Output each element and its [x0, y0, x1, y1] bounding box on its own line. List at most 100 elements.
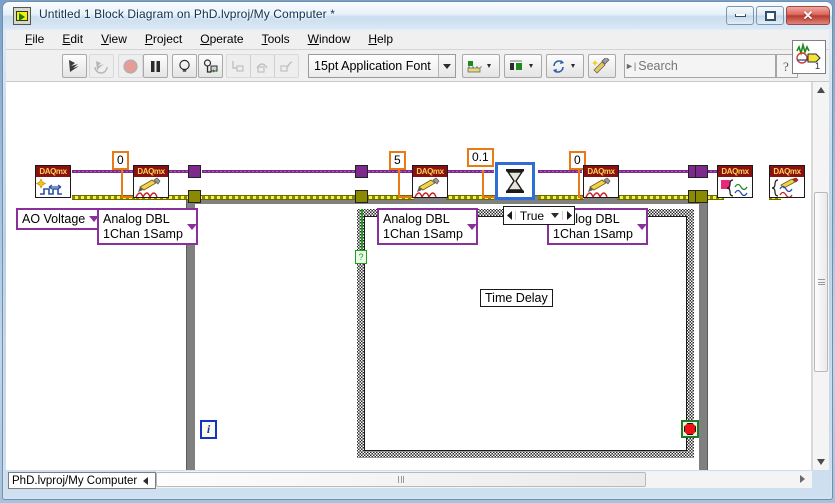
block-diagram-canvas[interactable]: True ? 0 5 0.1 0 DAQmx DAQmx DAQmx DAQmx… — [6, 82, 812, 470]
labview-vi-icon — [13, 7, 31, 25]
font-selector-label: 15pt Application Font — [314, 59, 431, 73]
labview-block-diagram-window: Untitled 1 Block Diagram on PhD.lvproj/M… — [0, 0, 835, 503]
font-selector-chevron-down-icon[interactable] — [438, 55, 455, 77]
daqmx-node-header-2: DAQmx — [134, 166, 168, 177]
vertical-scrollbar-thumb[interactable] — [814, 192, 828, 372]
status-collapse-icon[interactable] — [143, 477, 149, 485]
minimize-icon — [734, 14, 746, 17]
case-selector-prev-icon[interactable] — [504, 211, 516, 220]
maximize-button[interactable] — [756, 6, 784, 25]
daqmx-write-glyph-1 — [134, 177, 168, 197]
menu-view[interactable]: View — [92, 31, 136, 48]
daqmx-write-glyph-2 — [413, 177, 447, 197]
menu-operate[interactable]: Operate — [191, 31, 252, 48]
write-instance-constant-2[interactable]: Analog DBL 1Chan 1Samp — [377, 208, 478, 245]
abort-execution-button[interactable] — [118, 54, 143, 78]
case-selector-next-icon[interactable] — [562, 211, 574, 220]
numeric-constant-3[interactable]: 0.1 — [467, 148, 494, 167]
wire-task-4[interactable] — [366, 170, 412, 173]
menu-help[interactable]: Help — [359, 31, 402, 48]
tunnel-task-loop-left[interactable] — [188, 165, 201, 178]
menu-file[interactable]: File — [16, 31, 53, 48]
status-context-text: PhD.lvproj/My Computer — [12, 475, 138, 487]
step-into-button[interactable] — [226, 54, 251, 78]
tunnel-error-loop-left[interactable] — [188, 190, 201, 203]
run-button[interactable] — [62, 54, 87, 78]
write-instance-text-2: Analog DBL 1Chan 1Samp — [383, 211, 463, 241]
retain-wire-values-button[interactable] — [198, 54, 223, 78]
search-box[interactable]: ►| — [624, 54, 816, 78]
wire-boolean-case[interactable] — [361, 209, 363, 251]
daqmx-write-node-2[interactable]: DAQmx — [412, 165, 448, 198]
step-over-button[interactable] — [250, 54, 275, 78]
vertical-scrollbar[interactable] — [812, 82, 829, 470]
case-boolean-label: ? — [358, 252, 364, 262]
wire-task-5[interactable] — [446, 170, 494, 173]
clean-up-diagram-button[interactable] — [588, 54, 616, 78]
menu-window[interactable]: Window — [299, 31, 360, 48]
daqmx-stop-task-glyph — [718, 177, 752, 197]
pause-button[interactable] — [143, 54, 168, 78]
wire-numeric-3-v[interactable] — [482, 170, 484, 198]
wire-error-3[interactable] — [202, 195, 364, 200]
daqmx-node-header-1: DAQmx — [36, 166, 70, 177]
time-delay-label: Time Delay — [480, 289, 553, 307]
daqmx-node-header-3: DAQmx — [413, 166, 447, 177]
daqmx-clear-task-node[interactable]: DAQmx — [769, 165, 805, 198]
write-instance-chevron-down-icon-1[interactable] — [185, 223, 199, 230]
step-out-button[interactable] — [274, 54, 299, 78]
numeric-constant-1[interactable]: 0 — [112, 151, 129, 170]
menu-project[interactable]: Project — [136, 31, 191, 48]
daqmx-stop-task-node[interactable]: DAQmx — [717, 165, 753, 198]
numeric-constant-2[interactable]: 5 — [389, 151, 406, 170]
menu-edit[interactable]: Edit — [53, 31, 92, 48]
daqmx-write-node-1[interactable]: DAQmx — [133, 165, 169, 198]
loop-conditional-terminal[interactable] — [681, 420, 699, 438]
wire-task-3[interactable] — [202, 170, 362, 173]
case-selector[interactable]: True — [503, 206, 575, 225]
case-selector-chevron-down-icon[interactable] — [548, 213, 562, 218]
align-objects-button[interactable] — [462, 54, 500, 78]
minimize-button[interactable] — [726, 6, 754, 25]
menu-bar: File Edit View Project Operate Tools Win… — [6, 30, 829, 50]
status-context[interactable]: PhD.lvproj/My Computer — [8, 472, 156, 489]
close-button[interactable]: ✕ — [786, 6, 830, 25]
daqmx-node-header-4: DAQmx — [584, 166, 618, 177]
time-delay-vi[interactable] — [495, 162, 535, 200]
write-instance-chevron-down-icon-3[interactable] — [635, 223, 649, 230]
tunnel-task-loop-right[interactable] — [695, 165, 708, 178]
iteration-terminal[interactable]: i — [200, 420, 217, 439]
daqmx-clear-task-glyph — [770, 177, 804, 197]
wire-numeric-2-v[interactable] — [398, 170, 400, 198]
wire-numeric-4-v[interactable] — [578, 170, 580, 198]
scroll-down-button[interactable] — [813, 454, 829, 470]
case-selector-boolean-terminal[interactable]: ? — [355, 250, 367, 264]
daqmx-node-header-5: DAQmx — [718, 166, 752, 177]
daqmx-node-header-6: DAQmx — [770, 166, 804, 177]
font-selector[interactable]: 15pt Application Font — [308, 54, 456, 78]
tunnel-error-case-left[interactable] — [355, 190, 368, 203]
ao-voltage-constant[interactable]: AO Voltage — [16, 208, 108, 230]
daqmx-write-node-3[interactable]: DAQmx — [583, 165, 619, 198]
hourglass-icon — [506, 169, 524, 193]
wire-numeric-1-v[interactable] — [121, 170, 123, 198]
reorder-button[interactable] — [546, 54, 584, 78]
tunnel-error-loop-right[interactable] — [695, 190, 708, 203]
wire-task-6[interactable] — [538, 170, 582, 173]
vi-connector-icon[interactable]: 1 — [792, 40, 826, 74]
write-instance-constant-1[interactable]: Analog DBL 1Chan 1Samp — [97, 208, 198, 245]
write-instance-chevron-down-icon-2[interactable] — [465, 223, 479, 230]
daqmx-create-virtual-channel-node[interactable]: DAQmx — [35, 165, 71, 198]
scroll-up-button[interactable] — [813, 82, 829, 98]
tunnel-task-case-left[interactable] — [355, 165, 368, 178]
run-continuously-button[interactable] — [89, 54, 114, 78]
highlight-execution-button[interactable] — [172, 54, 197, 78]
write-instance-text-1: Analog DBL 1Chan 1Samp — [103, 211, 183, 241]
case-selector-value: True — [519, 208, 545, 223]
menu-tools[interactable]: Tools — [253, 31, 299, 48]
case-structure[interactable]: True — [357, 206, 694, 458]
vi-connector-count: 1 — [815, 61, 820, 71]
toolbar: 15pt Application Font ►| Search ? — [6, 50, 829, 82]
distribute-objects-button[interactable] — [504, 54, 542, 78]
stop-icon — [684, 423, 696, 435]
